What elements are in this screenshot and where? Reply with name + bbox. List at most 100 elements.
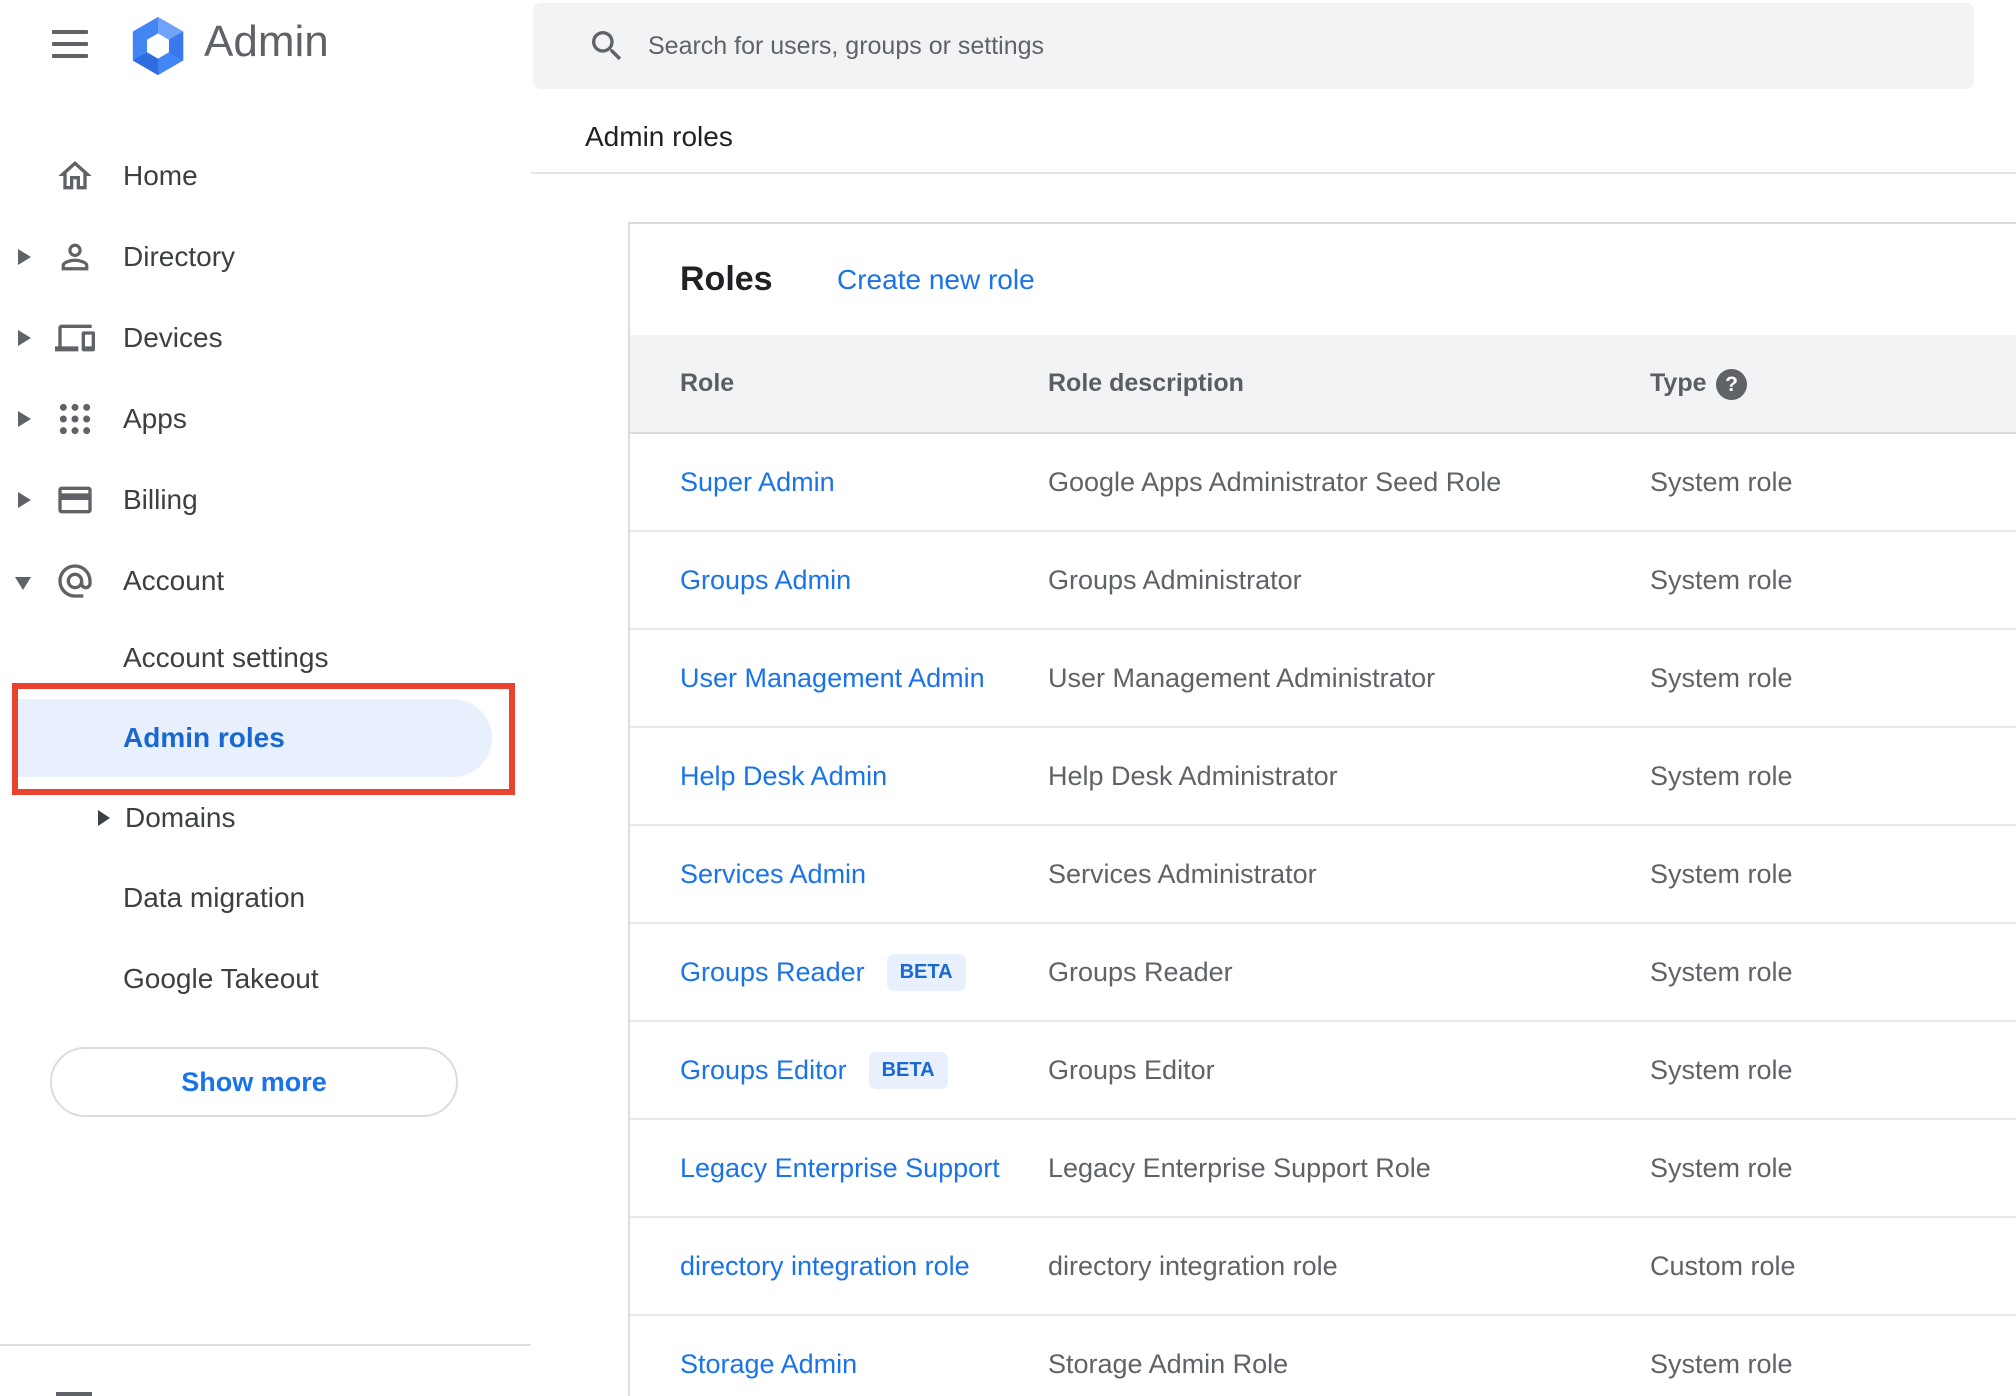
role-link[interactable]: Groups Editor bbox=[680, 1055, 847, 1086]
sidebar-item-apps[interactable]: Apps bbox=[0, 391, 531, 447]
sidebar-item-data-migration[interactable]: Data migration bbox=[0, 870, 531, 926]
role-link[interactable]: User Management Admin bbox=[680, 663, 985, 694]
role-cell: Services Admin bbox=[680, 826, 866, 922]
sidebar-item-home[interactable]: Home bbox=[0, 148, 531, 204]
role-description-cell: Google Apps Administrator Seed Role bbox=[1048, 467, 1502, 497]
sidebar-item-label: Devices bbox=[123, 322, 223, 353]
sidebar-item-directory[interactable]: Directory bbox=[0, 229, 531, 285]
role-link[interactable]: Help Desk Admin bbox=[680, 761, 887, 792]
show-more-button[interactable]: Show more bbox=[50, 1047, 458, 1117]
role-cell: Help Desk Admin bbox=[680, 728, 887, 824]
devices-icon bbox=[55, 318, 95, 358]
sidebar-item-label: Billing bbox=[123, 484, 198, 515]
chevron-right-icon[interactable] bbox=[18, 411, 31, 427]
beta-badge: BETA bbox=[886, 953, 966, 991]
role-description-cell: Groups Reader bbox=[1048, 957, 1233, 987]
table-row: Groups Admin Groups Administrator System r… bbox=[630, 532, 2016, 630]
role-cell: Storage Admin bbox=[680, 1316, 857, 1396]
table-row: Super Admin Google Apps Administrator See… bbox=[630, 434, 2016, 532]
table-row: Groups Editor BETA Groups Editor System rol… bbox=[630, 1022, 2016, 1120]
chevron-right-icon[interactable] bbox=[18, 330, 31, 346]
sidebar: Admin Home Directory Devices Apps Billin… bbox=[0, 0, 531, 1396]
google-admin-console: Admin Home Directory Devices Apps Billin… bbox=[0, 0, 2016, 1396]
roles-card-header: Roles Create new role bbox=[630, 224, 2016, 335]
role-cell: Groups Admin bbox=[680, 532, 851, 628]
role-cell: Groups Editor BETA bbox=[680, 1022, 948, 1118]
sidebar-item-devices[interactable]: Devices bbox=[0, 310, 531, 366]
table-row: Legacy Enterprise Support Legacy Enterpri… bbox=[630, 1120, 2016, 1218]
role-description-cell: Help Desk Administrator bbox=[1048, 761, 1338, 791]
at-sign-icon bbox=[55, 561, 95, 601]
sidebar-divider bbox=[0, 1344, 531, 1346]
table-row: Groups Reader BETA Groups Reader System rol… bbox=[630, 924, 2016, 1022]
sidebar-item-billing[interactable]: Billing bbox=[0, 472, 531, 528]
role-type-cell: Custom role bbox=[1650, 1251, 1796, 1281]
home-icon bbox=[55, 156, 95, 196]
role-link[interactable]: Storage Admin bbox=[680, 1349, 857, 1380]
search-bar[interactable] bbox=[533, 3, 1974, 89]
apps-grid-icon bbox=[55, 399, 95, 439]
table-row: User Management Admin User Management Adm… bbox=[630, 630, 2016, 728]
role-type-cell: System role bbox=[1650, 565, 1793, 595]
create-new-role-link[interactable]: Create new role bbox=[837, 224, 1035, 335]
sidebar-item-domains[interactable]: Domains bbox=[0, 790, 531, 846]
column-header-role: Role bbox=[680, 369, 735, 397]
chevron-right-icon[interactable] bbox=[18, 249, 31, 265]
sidebar-item-label: Domains bbox=[125, 802, 236, 833]
role-description-cell: Storage Admin Role bbox=[1048, 1349, 1289, 1379]
role-type-cell: System role bbox=[1650, 957, 1793, 987]
column-header-role-description: Role description bbox=[1048, 369, 1244, 397]
sidebar-item-account-settings[interactable]: Account settings bbox=[0, 630, 531, 686]
help-icon[interactable]: ? bbox=[1716, 369, 1747, 400]
role-cell: User Management Admin bbox=[680, 630, 985, 726]
role-cell: Legacy Enterprise Support bbox=[680, 1120, 1000, 1216]
role-description-cell: directory integration role bbox=[1048, 1251, 1338, 1281]
role-description-cell: Groups Administrator bbox=[1048, 565, 1302, 595]
role-description-cell: User Management Administrator bbox=[1048, 663, 1436, 693]
sidebar-item-admin-roles[interactable]: Admin roles bbox=[18, 699, 492, 777]
role-link[interactable]: Services Admin bbox=[680, 859, 866, 890]
hamburger-menu-icon[interactable] bbox=[52, 30, 88, 58]
role-link[interactable]: directory integration role bbox=[680, 1251, 970, 1282]
sidebar-item-label: Admin roles bbox=[123, 722, 285, 753]
header-divider bbox=[531, 172, 2016, 174]
sidebar-item-label: Directory bbox=[123, 241, 236, 272]
card-title: Roles bbox=[680, 260, 773, 298]
role-description-cell: Groups Editor bbox=[1048, 1055, 1215, 1085]
roles-table-body: Super Admin Google Apps Administrator See… bbox=[630, 434, 2016, 1396]
sidebar-item-account[interactable]: Account bbox=[0, 553, 531, 609]
roles-card: Roles Create new role Role Role descript… bbox=[628, 222, 2016, 1396]
table-row: Storage Admin Storage Admin Role System ro… bbox=[630, 1316, 2016, 1396]
role-description-cell: Services Administrator bbox=[1048, 859, 1317, 889]
admin-logo-icon[interactable] bbox=[127, 15, 189, 77]
sidebar-item-google-takeout[interactable]: Google Takeout bbox=[0, 951, 531, 1007]
role-type-cell: System role bbox=[1650, 859, 1793, 889]
sidebar-item-label: Home bbox=[123, 160, 198, 191]
page-title: Admin roles bbox=[585, 121, 733, 152]
table-header-row: Role Role description Type ? bbox=[630, 335, 2016, 434]
role-cell: Super Admin bbox=[680, 434, 835, 530]
chevron-down-icon[interactable] bbox=[15, 577, 31, 590]
role-link[interactable]: Groups Reader bbox=[680, 957, 865, 988]
chevron-right-icon[interactable] bbox=[98, 810, 110, 826]
table-row: directory integration role directory inte… bbox=[630, 1218, 2016, 1316]
billing-card-icon bbox=[55, 480, 95, 520]
role-type-cell: System role bbox=[1650, 663, 1793, 693]
search-icon bbox=[587, 26, 627, 66]
role-type-cell: System role bbox=[1650, 761, 1793, 791]
role-cell: Groups Reader BETA bbox=[680, 924, 966, 1020]
column-header-type: Type bbox=[1650, 369, 1707, 397]
chevron-right-icon[interactable] bbox=[18, 492, 31, 508]
role-type-cell: System role bbox=[1650, 1153, 1793, 1183]
search-input[interactable] bbox=[648, 3, 1928, 89]
sidebar-item-label: Account bbox=[123, 565, 225, 596]
beta-badge: BETA bbox=[868, 1051, 948, 1089]
sidebar-item-label: Account settings bbox=[123, 642, 329, 673]
role-link[interactable]: Legacy Enterprise Support bbox=[680, 1153, 1000, 1184]
role-link[interactable]: Super Admin bbox=[680, 467, 835, 498]
table-row: Services Admin Services Administrator Syst… bbox=[630, 826, 2016, 924]
sidebar-item-label: Apps bbox=[123, 403, 187, 434]
role-link[interactable]: Groups Admin bbox=[680, 565, 851, 596]
sidebar-item-label: Google Takeout bbox=[123, 963, 319, 994]
role-type-cell: System role bbox=[1650, 1055, 1793, 1085]
